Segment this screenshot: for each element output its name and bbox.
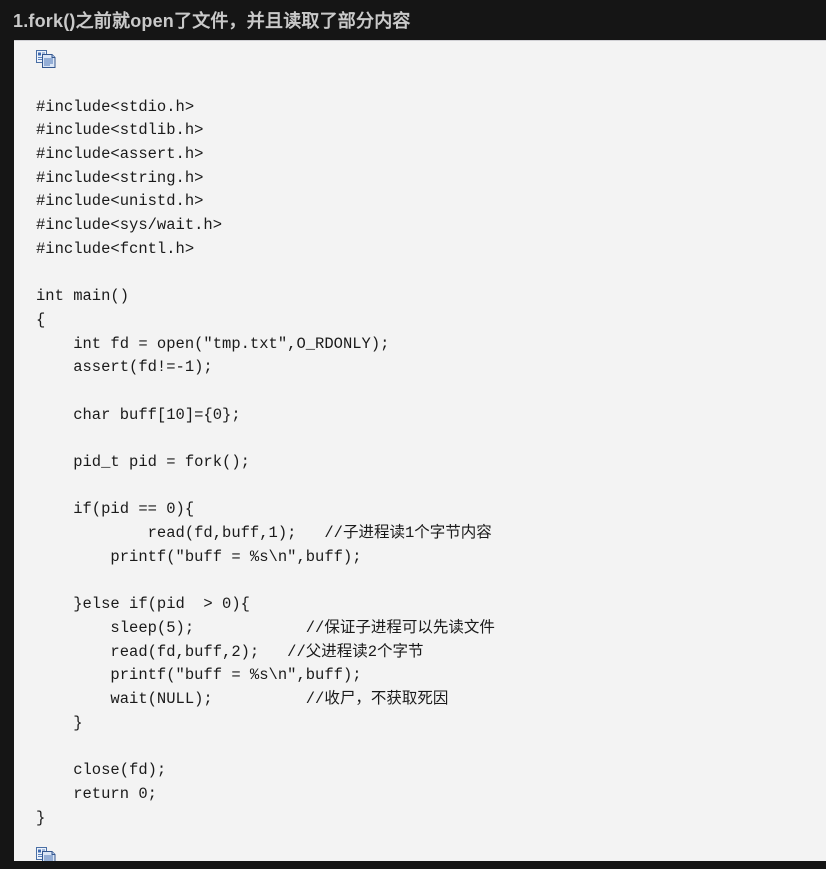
copy-button-top-row <box>14 50 826 76</box>
copy-button-bottom-row <box>14 846 826 861</box>
code-line: #include<stdio.h> <box>36 97 195 116</box>
code-line: } <box>36 808 46 827</box>
code-line: int fd = open("tmp.txt",O_RDONLY); <box>36 334 390 353</box>
page-root: 1.fork()之前就open了文件，并且读取了部分内容 #include<st… <box>0 0 826 869</box>
page-title: 1.fork()之前就open了文件，并且读取了部分内容 <box>13 11 411 31</box>
code-line: close(fd); <box>36 761 167 780</box>
code-line: char buff[10]={0}; <box>36 405 241 424</box>
code-line: if(pid == 0){ <box>36 500 195 519</box>
code-line: #include<stdlib.h> <box>36 121 204 140</box>
code-line: pid_t pid = fork(); <box>36 453 250 472</box>
code-line: sleep(5); //保证子进程可以先读文件 <box>36 618 495 637</box>
code-line: printf("buff = %s\n",buff); <box>36 666 362 685</box>
code-line: wait(NULL); //收尸，不获取死因 <box>36 690 449 709</box>
code-content[interactable]: #include<stdio.h> #include<stdlib.h> #incl… <box>14 92 826 831</box>
code-line: read(fd,buff,1); //子进程读1个字节内容 <box>36 524 492 543</box>
code-line: assert(fd!=-1); <box>36 358 213 377</box>
code-block: #include<stdio.h> #include<stdlib.h> #incl… <box>14 40 826 861</box>
code-line: #include<assert.h> <box>36 144 204 163</box>
code-line: #include<sys/wait.h> <box>36 216 223 235</box>
page-title-bar: 1.fork()之前就open了文件，并且读取了部分内容 <box>0 0 826 40</box>
copy-icon[interactable] <box>36 50 56 68</box>
copy-icon-glyph <box>36 50 56 68</box>
code-line: int main() <box>36 287 130 306</box>
code-line: }else if(pid > 0){ <box>36 595 250 614</box>
code-line: #include<string.h> <box>36 168 204 187</box>
copy-icon-glyph <box>36 846 56 861</box>
code-line: } <box>36 713 83 732</box>
code-line: printf("buff = %s\n",buff); <box>36 547 362 566</box>
code-line: { <box>36 310 46 329</box>
code-line: return 0; <box>36 784 157 803</box>
code-line: #include<fcntl.h> <box>36 239 195 258</box>
code-line: read(fd,buff,2); //父进程读2个字节 <box>36 642 424 661</box>
code-line: #include<unistd.h> <box>36 192 204 211</box>
copy-icon[interactable] <box>36 846 56 861</box>
